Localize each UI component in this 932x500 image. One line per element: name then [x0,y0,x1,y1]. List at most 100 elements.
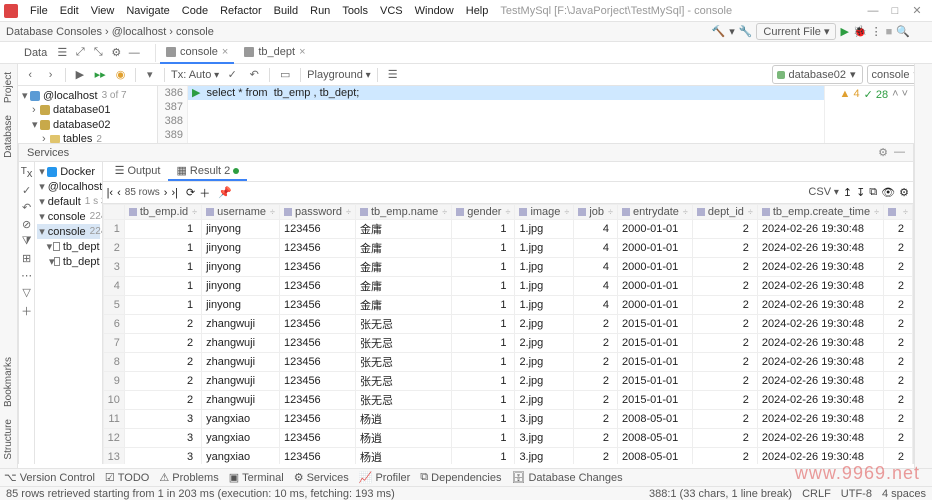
hide-icon[interactable]: — [894,146,905,159]
breadcrumb-item[interactable]: console [176,26,214,38]
chevron-down-icon[interactable]: ▾ [142,66,158,84]
maximize-button[interactable]: □ [884,5,906,17]
menu-help[interactable]: Help [460,3,495,19]
bottombar-profiler[interactable]: 📈Profiler [359,471,411,484]
col-[interactable]: ÷ [884,205,913,220]
service-node-console[interactable]: ▾console224 ms [37,209,99,224]
pin-icon[interactable]: 📌 [218,186,232,199]
close-tab-icon[interactable]: × [222,46,228,58]
status-item[interactable]: 388:1 (33 chars, 1 line break) [649,488,792,500]
tree-icon[interactable]: ⋯ [21,269,32,282]
bottombar-problems[interactable]: ⚠Problems [159,471,218,484]
eye-icon[interactable]: 👁 [881,186,895,199]
rollback-icon[interactable]: ↶ [22,201,31,214]
expand-icon[interactable]: ⤢ [71,44,89,62]
col-job[interactable]: job÷ [574,205,618,220]
import-icon[interactable]: ↧ [856,186,865,199]
database-chip[interactable]: database02▾ [772,65,863,84]
bottombar-dependencies[interactable]: ⧉Dependencies [420,471,501,484]
filter-icon[interactable]: ⧩ [22,235,32,248]
debug-button[interactable]: 🐞 [853,25,867,38]
col-tb_emp.create_time[interactable]: tb_emp.create_time÷ [757,205,883,220]
table-row[interactable]: 41jinyong123456金庸11.jpg42000-01-0122024-… [103,277,912,296]
menu-run[interactable]: Run [304,3,336,19]
col-gender[interactable]: gender÷ [452,205,515,220]
col-tb_emp.id[interactable]: tb_emp.id÷ [124,205,201,220]
menu-tools[interactable]: Tools [336,3,374,19]
menu-file[interactable]: File [24,3,54,19]
service-node-Docker[interactable]: ▾Docker [37,164,99,179]
bottombar-services[interactable]: ⚙Services [294,471,349,484]
table-row[interactable]: 102zhangwuji123456张无忌12.jpg22015-01-0122… [103,391,912,410]
col-entrydate[interactable]: entrydate÷ [618,205,693,220]
col-image[interactable]: image÷ [515,205,574,220]
menu-view[interactable]: View [85,3,121,19]
gear-icon[interactable]: ⚙ [899,186,909,199]
breadcrumb-item[interactable]: @localhost [112,26,167,38]
menu-code[interactable]: Code [176,3,214,19]
stripe-project[interactable]: Project [3,72,14,103]
group-icon[interactable]: ⊞ [22,252,31,265]
run-button[interactable]: ▶ [840,25,848,38]
tx-mode[interactable]: Tx: Auto ▾ [171,69,219,81]
minimize-button[interactable]: — [862,5,884,17]
tab-console[interactable]: console× [160,42,234,64]
tree-node-database02[interactable]: ▾database02 [20,117,155,132]
gear-icon[interactable]: ⚙ [107,44,125,62]
rows-count[interactable]: 85 rows [125,187,160,198]
service-node-console[interactable]: ▾console224 ms [37,224,99,239]
status-item[interactable]: UTF-8 [841,488,872,500]
run-button[interactable]: ▶ [72,66,88,84]
add-icon[interactable]: ＋ [21,303,32,319]
stripe-structure[interactable]: Structure [3,419,14,460]
gear-icon[interactable]: ⚙ [878,146,888,159]
close-icon[interactable]: ⊘ [22,218,31,231]
tree-node-tables[interactable]: ›tables2 [20,132,155,143]
status-item[interactable]: CRLF [802,488,831,500]
table-row[interactable]: 11jinyong123456金庸11.jpg42000-01-0122024-… [103,220,912,239]
status-item[interactable]: 4 spaces [882,488,926,500]
warning-indicator[interactable]: ▲ 4 [839,88,859,100]
tab-output[interactable]: ☰ Output [107,162,169,181]
csv-label[interactable]: CSV ▾ [808,186,838,199]
ok-indicator[interactable]: ✓ 28 [864,88,889,101]
close-window-button[interactable]: ✕ [906,4,928,17]
collapse-icon[interactable]: ⤡ [89,44,107,62]
execute-icon[interactable]: ▸▸ [92,66,108,84]
search-icon[interactable]: 🔍 [896,25,910,38]
code-area[interactable]: ▶select * from tb_emp , tb_dept; [188,86,824,143]
last-icon[interactable]: ›| [171,187,178,199]
export-icon[interactable]: ↥ [843,186,852,199]
bottombar-database-changes[interactable]: 🗄Database Changes [512,471,623,484]
table-row[interactable]: 113yangxiao123456杨逍13.jpg22008-05-012202… [103,410,912,429]
col-password[interactable]: password÷ [279,205,355,220]
prev-icon[interactable]: ‹ [117,187,121,199]
table-row[interactable]: 72zhangwuji123456张无忌12.jpg22015-01-01220… [103,334,912,353]
menu-vcs[interactable]: VCS [374,3,409,19]
stripe-bookmarks[interactable]: Bookmarks [3,357,14,407]
table-row[interactable]: 51jinyong123456金庸11.jpg42000-01-0122024-… [103,296,912,315]
menu-navigate[interactable]: Navigate [120,3,175,19]
add-row-icon[interactable]: ＋ [199,185,210,201]
tab-tb_dept[interactable]: tb_dept× [238,42,311,64]
tab-result[interactable]: ▦ Result 2 [168,162,247,181]
filter2-icon[interactable]: ▽ [22,286,30,299]
service-node-tb_dept[interactable]: ▾tb_dept [37,239,99,254]
tree-root[interactable]: ▾@localhost3 of 7 [20,88,155,103]
wrench-icon[interactable]: 🔧 [739,25,753,38]
bottombar-terminal[interactable]: ▣Terminal [229,471,284,484]
next-icon[interactable]: › [42,66,58,84]
col-username[interactable]: username÷ [202,205,280,220]
stop-icon[interactable]: ◉ [112,66,128,84]
prev-icon[interactable]: ‹ [22,66,38,84]
breadcrumb-item[interactable]: Database Consoles [6,26,102,38]
table-row[interactable]: 21jinyong123456金庸11.jpg42000-01-0122024-… [103,239,912,258]
close-tab-icon[interactable]: × [299,46,305,58]
table-row[interactable]: 31jinyong123456金庸11.jpg42000-01-0122024-… [103,258,912,277]
list-icon[interactable]: ☰ [384,66,402,84]
commit-icon[interactable]: ✓ [223,66,241,84]
table-row[interactable]: 92zhangwuji123456张无忌12.jpg22015-01-01220… [103,372,912,391]
playground-mode[interactable]: Playground ▾ [307,69,370,81]
first-icon[interactable]: |‹ [107,187,114,199]
hide-icon[interactable]: — [125,44,143,62]
